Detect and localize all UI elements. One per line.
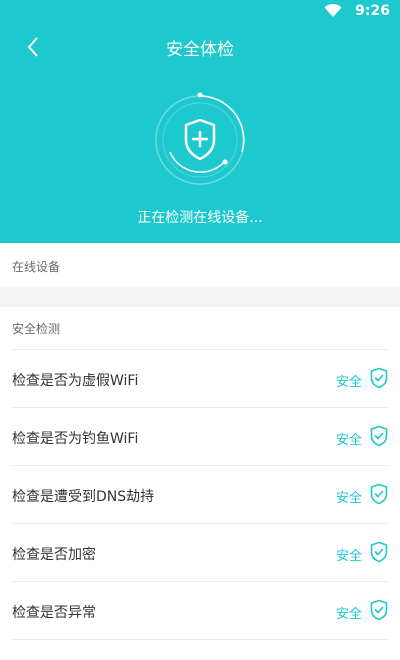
check-row-fake-wifi[interactable]: 检查是否为虚假WiFi 安全	[12, 349, 388, 407]
scan-shield-icon	[155, 92, 245, 185]
online-devices-label: 在线设备	[12, 260, 61, 274]
check-label: 检查是否为虚假WiFi	[12, 373, 139, 389]
online-devices-section: 在线设备	[0, 243, 400, 287]
header: 9:26 安全体检 正在检测在线设备...	[0, 0, 400, 243]
check-row-encryption[interactable]: 检查是否加密 安全	[12, 523, 388, 581]
check-result: 安全	[335, 491, 362, 506]
check-row-anomaly[interactable]: 检查是否异常 安全	[12, 581, 388, 639]
check-row-phishing-wifi[interactable]: 检查是否为钓鱼WiFi 安全	[12, 407, 388, 465]
wifi-signal-icon	[324, 4, 342, 17]
check-row-partial	[12, 639, 388, 660]
page-title: 安全体检	[166, 40, 234, 60]
security-check-section: 安全检测 检查是否为虚假WiFi 安全 检查是否为钓鱼WiFi 安全 检查是遭受…	[0, 307, 400, 660]
shield-check-icon	[370, 425, 388, 447]
shield-check-icon	[370, 541, 388, 563]
shield-check-icon	[370, 367, 388, 389]
check-label: 检查是否异常	[12, 605, 96, 621]
section-divider	[0, 287, 400, 307]
status-time: 9:26	[355, 3, 390, 19]
security-check-label: 安全检测	[12, 322, 61, 336]
scan-status-text: 正在检测在线设备...	[137, 210, 263, 226]
check-label: 检查是否为钓鱼WiFi	[12, 431, 139, 447]
check-label: 检查是否加密	[12, 547, 96, 563]
shield-check-icon	[370, 599, 388, 621]
check-result: 安全	[335, 607, 362, 622]
status-bar: 9:26	[0, 0, 400, 24]
check-result: 安全	[335, 375, 362, 390]
check-row-dns-hijack[interactable]: 检查是遭受到DNS劫持 安全	[12, 465, 388, 523]
check-result: 安全	[335, 433, 362, 448]
check-result: 安全	[335, 549, 362, 564]
shield-check-icon	[370, 483, 388, 505]
check-label: 检查是遭受到DNS劫持	[12, 489, 155, 505]
